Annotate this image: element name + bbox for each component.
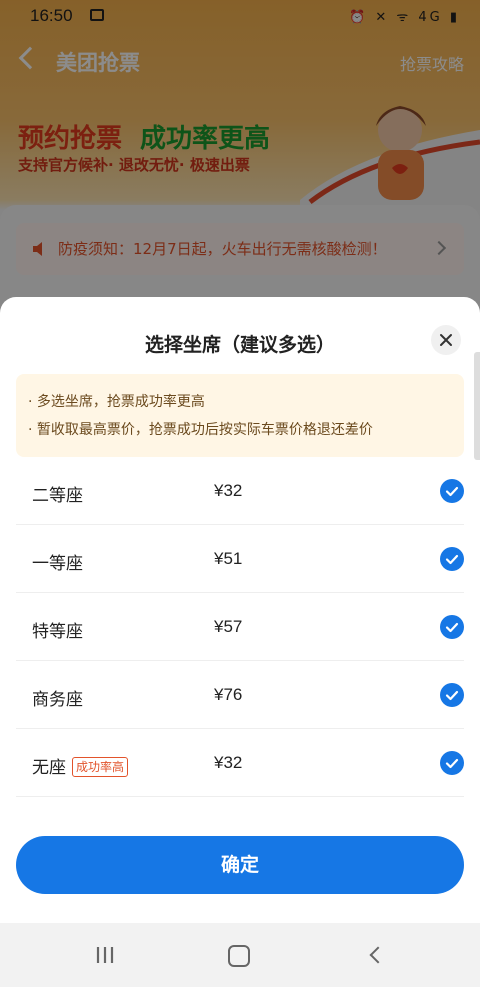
seat-option-premium-class[interactable]: 特等座 ¥57 — [16, 593, 464, 661]
checkbox-checked-icon[interactable] — [440, 547, 464, 571]
success-rate-badge: 成功率高 — [72, 757, 129, 777]
seat-list: 二等座 ¥32 一等座 ¥51 特等座 ¥57 商务座 ¥76 无座 成功率高 … — [16, 457, 464, 797]
seat-name-text: 无座 — [32, 758, 66, 778]
seat-name: 特等座 — [32, 622, 83, 642]
checkbox-checked-icon[interactable] — [440, 615, 464, 639]
seat-price: ¥57 — [214, 617, 243, 636]
edge-panel-handle[interactable] — [474, 352, 480, 460]
seat-price: ¥32 — [214, 481, 243, 500]
recent-apps-icon[interactable] — [96, 946, 114, 964]
close-icon — [440, 334, 452, 346]
seat-name: 无座 成功率高 — [32, 753, 129, 778]
close-button[interactable] — [431, 325, 461, 355]
seat-option-first-class[interactable]: 一等座 ¥51 — [16, 525, 464, 593]
seat-name: 二等座 — [32, 486, 83, 506]
checkbox-checked-icon[interactable] — [440, 479, 464, 503]
seat-price: ¥76 — [214, 685, 243, 704]
confirm-button[interactable]: 确定 — [16, 836, 464, 894]
seat-selection-sheet: 选择坐席（建议多选） · 多选坐席，抢票成功率更高 · 暂收取最高票价，抢票成功… — [0, 297, 480, 923]
tip-line: · 暂收取最高票价，抢票成功后按实际车票价格退还差价 — [28, 422, 373, 438]
seat-price: ¥51 — [214, 549, 243, 568]
checkbox-checked-icon[interactable] — [440, 683, 464, 707]
checkbox-checked-icon[interactable] — [440, 751, 464, 775]
seat-option-second-class[interactable]: 二等座 ¥32 — [16, 457, 464, 525]
seat-price: ¥32 — [214, 753, 243, 772]
tip-line: · 多选坐席，抢票成功率更高 — [28, 394, 205, 410]
home-icon[interactable] — [228, 945, 250, 967]
system-nav-bar — [0, 923, 480, 987]
seat-option-standing[interactable]: 无座 成功率高 ¥32 — [16, 729, 464, 797]
seat-name: 一等座 — [32, 554, 83, 574]
tips-box: · 多选坐席，抢票成功率更高 · 暂收取最高票价，抢票成功后按实际车票价格退还差… — [16, 374, 464, 457]
seat-option-business-class[interactable]: 商务座 ¥76 — [16, 661, 464, 729]
system-back-icon[interactable] — [369, 946, 387, 964]
seat-name: 商务座 — [32, 690, 83, 710]
sheet-title: 选择坐席（建议多选） — [144, 334, 335, 356]
